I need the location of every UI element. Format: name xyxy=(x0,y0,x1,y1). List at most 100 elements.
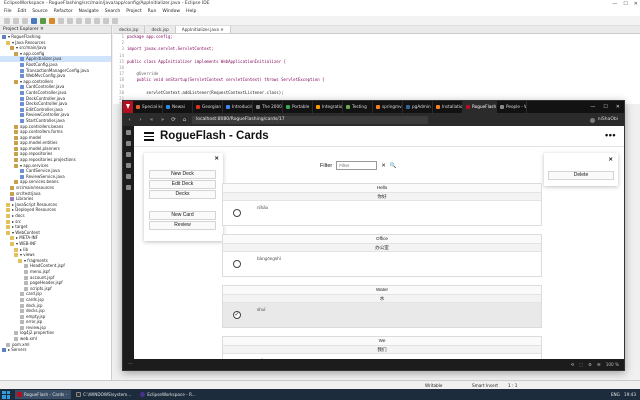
zoom-level[interactable]: 100 % xyxy=(606,359,619,370)
vivaldi-menu-icon[interactable] xyxy=(123,101,133,113)
menu-navigate[interactable]: Navigate xyxy=(79,8,99,16)
forward-arrow-icon[interactable]: › xyxy=(137,117,144,123)
radio-icon[interactable] xyxy=(233,260,241,268)
external-tools-icon[interactable] xyxy=(49,18,55,24)
review-button[interactable]: Review xyxy=(149,221,216,230)
run-icon[interactable] xyxy=(40,18,46,24)
filter-input[interactable] xyxy=(336,161,378,170)
menu-edit[interactable]: Edit xyxy=(18,8,27,16)
downloads-icon[interactable] xyxy=(126,141,131,146)
decks-button[interactable]: Decks xyxy=(149,190,216,199)
back-icon[interactable] xyxy=(103,18,109,24)
close-icon[interactable]: ✕ xyxy=(214,156,219,162)
first-icon[interactable]: « xyxy=(148,117,155,123)
checked-radio-icon[interactable] xyxy=(233,311,241,319)
editor-tab-decks-jsp[interactable]: decks.jsp xyxy=(113,26,146,33)
editor-tab-appinitializer[interactable]: AppInitializer.java ✕ xyxy=(175,26,231,33)
new-java-project-icon[interactable] xyxy=(58,18,64,24)
browser-tab[interactable]: Installatio xyxy=(433,101,463,113)
page-actions-icon[interactable]: ☰ xyxy=(597,359,601,370)
edit-deck-button[interactable]: Edit Deck xyxy=(149,180,216,189)
search-icon[interactable]: 🔍 xyxy=(390,163,397,169)
url-input[interactable]: localhost:8080/RogueFlashing/cards/17 xyxy=(192,115,428,124)
menu-run[interactable]: Run xyxy=(148,8,157,16)
project-explorer-title[interactable]: Project Explorer ✕ xyxy=(0,26,111,34)
browser-tab[interactable]: Special key xyxy=(133,101,163,113)
minimize-button[interactable]: — xyxy=(612,0,617,8)
browser-maximize-button[interactable]: ☐ xyxy=(603,104,607,110)
settings-icon[interactable]: ⚙ xyxy=(588,359,592,370)
menu-refactor[interactable]: Refactor xyxy=(54,8,73,16)
more-options-icon[interactable]: ••• xyxy=(605,130,616,140)
profile-button[interactable]: niShaObi xyxy=(589,116,618,124)
card-item[interactable]: Water水 shuǐ xyxy=(222,285,542,328)
radio-icon[interactable] xyxy=(233,209,241,217)
notes-icon[interactable] xyxy=(126,152,131,157)
clock[interactable]: 19:43 xyxy=(624,389,636,400)
new-icon[interactable] xyxy=(4,18,10,24)
menu-file[interactable]: File xyxy=(4,8,12,16)
browser-minimize-button[interactable]: — xyxy=(590,104,595,110)
browser-tab[interactable]: Georgian o xyxy=(193,101,223,113)
menu-source[interactable]: Source xyxy=(32,8,47,16)
capture-icon[interactable]: ⟲ xyxy=(571,359,575,370)
editor-tab-deck-jsp[interactable]: deck.jsp xyxy=(145,26,176,33)
card-front: Hello xyxy=(223,184,541,192)
hamburger-menu-icon[interactable] xyxy=(144,132,154,141)
menu-window[interactable]: Window xyxy=(162,8,180,16)
new-card-button[interactable]: New Card xyxy=(149,211,216,220)
home-icon[interactable]: ⌂ xyxy=(181,117,188,123)
search-icon[interactable] xyxy=(94,18,100,24)
taskbar-item-browser[interactable]: RogueFlash - Cards - xyxy=(15,390,72,399)
window-panel-icon[interactable] xyxy=(126,174,131,179)
tree-item-label: ▾ src/main/java xyxy=(16,45,47,51)
tree-item[interactable]: ▸ Servers xyxy=(0,347,111,353)
new-package-icon[interactable] xyxy=(67,18,73,24)
print-icon[interactable] xyxy=(22,18,28,24)
tree-item-label: app.controllers.forms xyxy=(20,129,63,135)
open-type-icon[interactable] xyxy=(85,18,91,24)
clear-icon[interactable]: ✕ xyxy=(381,163,386,169)
browser-tab[interactable]: People - Wi xyxy=(497,101,527,113)
debug-icon[interactable] xyxy=(31,18,37,24)
card-item[interactable]: Hello 你好 nǐhǎo xyxy=(222,183,542,226)
panel-toggle-icon[interactable]: ⋯ xyxy=(128,359,133,370)
browser-tab[interactable]: The 2000's xyxy=(253,101,283,113)
new-deck-button[interactable]: New Deck xyxy=(149,170,216,179)
browser-tab[interactable]: Newai xyxy=(163,101,193,113)
code-editor[interactable]: 1 package app.config; 2 3 import javax.servl… xyxy=(113,34,640,104)
browser-tab[interactable]: Introducin xyxy=(223,101,253,113)
menu-project[interactable]: Project xyxy=(126,8,141,16)
bookmarks-icon[interactable] xyxy=(126,130,131,135)
language-indicator[interactable]: ENG xyxy=(611,389,620,400)
browser-tab[interactable]: Integratio xyxy=(313,101,343,113)
reload-icon[interactable]: ⟳ xyxy=(170,117,177,123)
last-icon[interactable]: » xyxy=(159,117,166,123)
browser-close-button[interactable]: ✕ xyxy=(616,104,620,110)
forward-icon[interactable] xyxy=(112,18,118,24)
card-item[interactable]: We我们wǒmen xyxy=(222,336,542,359)
windows-start-icon[interactable] xyxy=(2,390,10,399)
history-icon[interactable] xyxy=(126,163,131,168)
browser-tab[interactable]: springmvc xyxy=(373,101,403,113)
menu-search[interactable]: Search xyxy=(105,8,120,16)
add-panel-icon[interactable] xyxy=(126,185,131,190)
maximize-button[interactable]: ☐ xyxy=(623,0,627,8)
browser-tab[interactable]: Testing xyxy=(343,101,373,113)
new-class-icon[interactable] xyxy=(76,18,82,24)
taskbar-item-cmd[interactable]: C:\WINDOWS\system... xyxy=(74,390,135,399)
browser-tab[interactable]: Portable xyxy=(283,101,313,113)
close-icon[interactable]: ✕ xyxy=(608,157,613,163)
tree-item-label: ▸ src xyxy=(12,218,22,224)
favicon-icon xyxy=(196,105,200,109)
tiling-icon[interactable]: ⬚ xyxy=(579,359,583,370)
browser-tab[interactable]: pgAdmin 4 xyxy=(403,101,433,113)
browser-tab[interactable]: RogueFlash xyxy=(463,101,497,113)
card-item[interactable]: Office 办公室 bàngōngshì xyxy=(222,234,542,277)
taskbar-item-eclipse[interactable]: EclipseWorkspace - R... xyxy=(138,390,200,399)
save-icon[interactable] xyxy=(13,18,19,24)
close-button[interactable]: ✕ xyxy=(634,0,638,8)
delete-button[interactable]: Delete xyxy=(548,171,614,180)
menu-help[interactable]: Help xyxy=(186,8,196,16)
back-arrow-icon[interactable]: ‹ xyxy=(126,117,133,123)
